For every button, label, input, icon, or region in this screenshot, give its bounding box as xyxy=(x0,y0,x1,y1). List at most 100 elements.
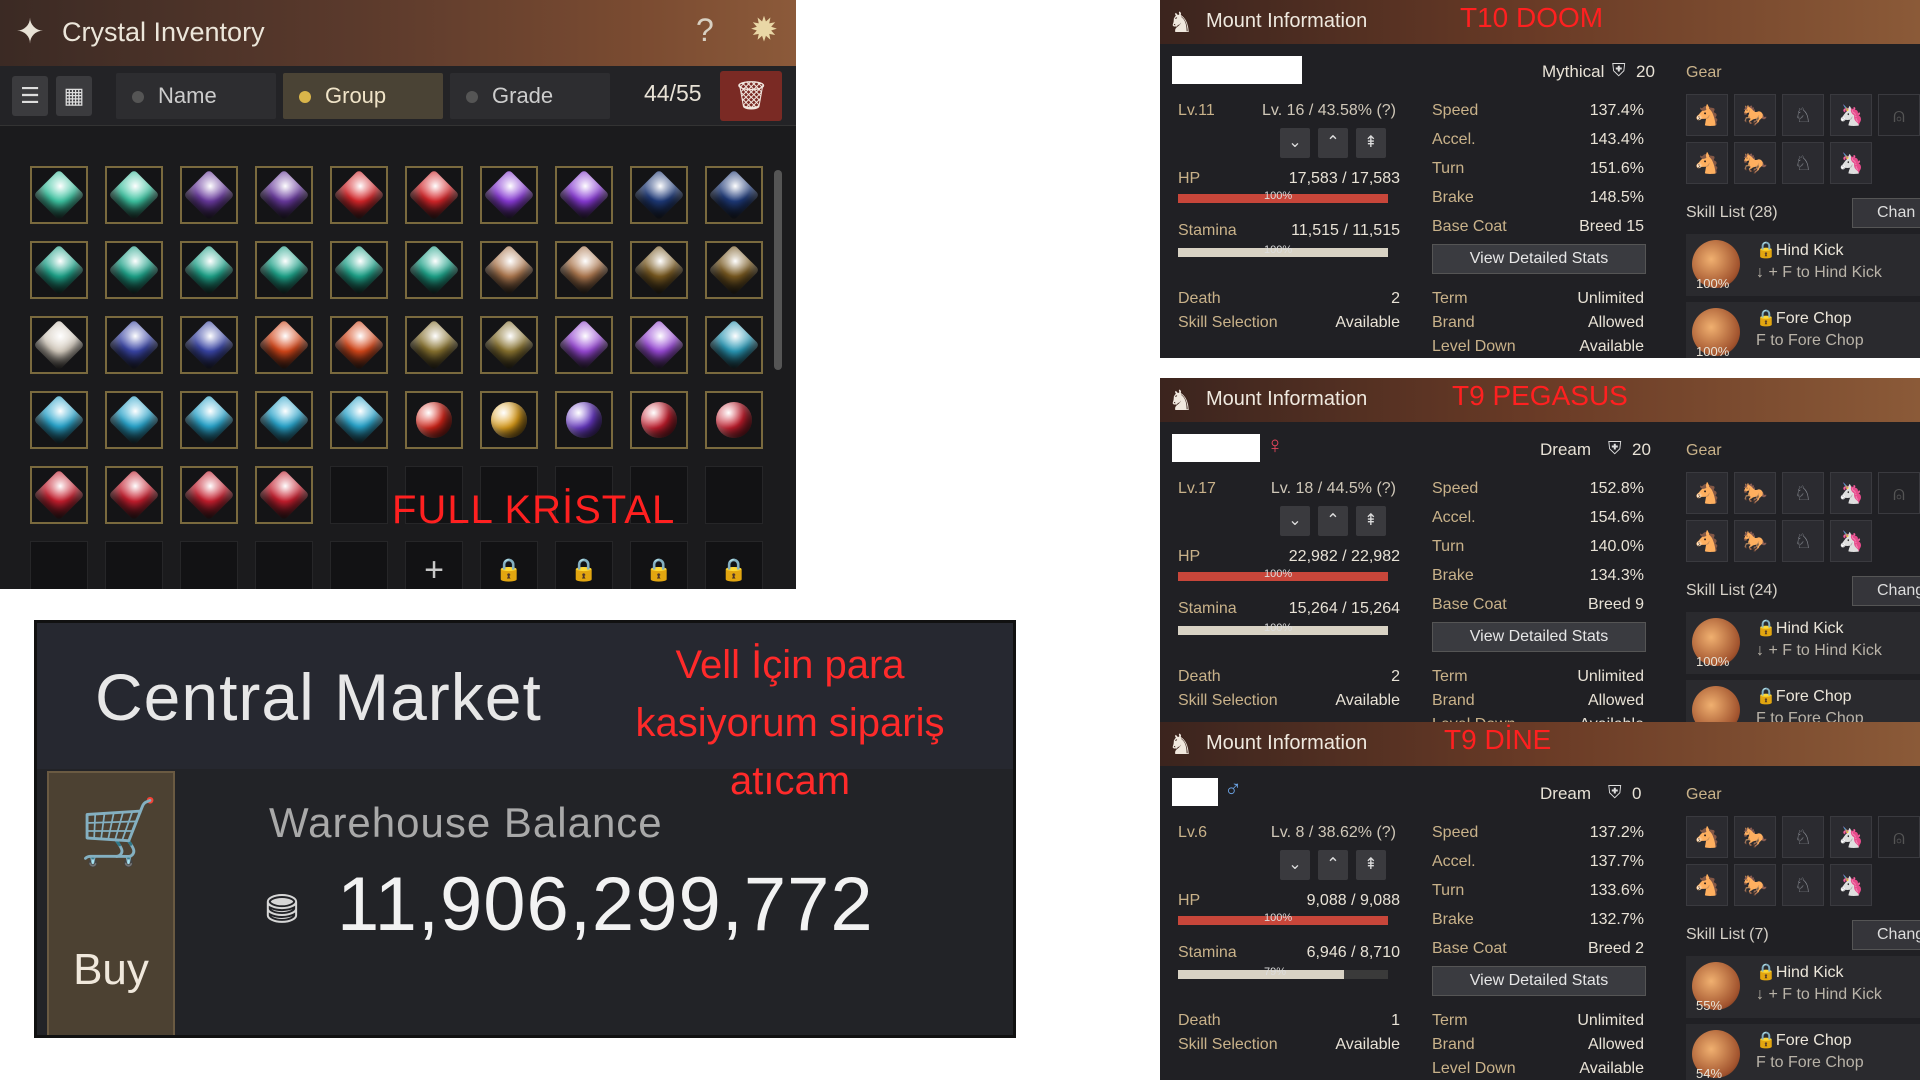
double-chevron-up-icon[interactable]: ⇞ xyxy=(1356,128,1386,158)
chevron-down-icon[interactable]: ⌄ xyxy=(1280,850,1310,880)
inventory-slot[interactable] xyxy=(105,316,163,374)
gear-slot-icon[interactable]: ♘ xyxy=(1782,142,1824,184)
inventory-slot[interactable] xyxy=(30,241,88,299)
inventory-slot[interactable] xyxy=(405,241,463,299)
skill-item[interactable]: 100%🔒Fore ChopF to Fore Chop xyxy=(1686,302,1920,358)
gear-slot-icon[interactable]: ♘ xyxy=(1782,94,1824,136)
gear-slot-icon[interactable]: 🦄 xyxy=(1830,816,1872,858)
gear-slot-icon[interactable]: ♘ xyxy=(1782,816,1824,858)
inventory-slot[interactable] xyxy=(330,316,388,374)
gear-slot-icon[interactable]: 🦄 xyxy=(1830,94,1872,136)
chevron-down-icon[interactable]: ⌄ xyxy=(1280,506,1310,536)
inventory-slot[interactable] xyxy=(105,391,163,449)
view-detailed-stats-button[interactable]: View Detailed Stats xyxy=(1432,966,1646,996)
sort-group-button[interactable]: Group xyxy=(283,73,443,119)
skill-item[interactable]: 100%🔒Fore ChopF to Fore Chop xyxy=(1686,680,1920,724)
inventory-slot[interactable] xyxy=(30,541,88,589)
inventory-slot[interactable] xyxy=(255,166,313,224)
chevron-up-icon[interactable]: ⌃ xyxy=(1318,506,1348,536)
inventory-slot[interactable] xyxy=(330,166,388,224)
inventory-slot[interactable] xyxy=(180,541,238,589)
inventory-slot[interactable] xyxy=(330,466,388,524)
skill-item[interactable]: 55% 🔒Hind Kick ↓ + F to Hind Kick xyxy=(1686,956,1920,1018)
gear-slot-icon[interactable]: 🦄 xyxy=(1830,472,1872,514)
inventory-slot[interactable] xyxy=(630,241,688,299)
grid-view-icon[interactable]: ▦ xyxy=(56,76,92,116)
change-skill-button[interactable]: Chang xyxy=(1852,576,1920,606)
gear-slot-icon[interactable]: 🐎 xyxy=(1734,142,1776,184)
gear-slot-icon[interactable]: 🐴 xyxy=(1686,94,1728,136)
gear-slot-icon[interactable]: 🐴 xyxy=(1686,142,1728,184)
inventory-slot[interactable] xyxy=(480,241,538,299)
inventory-slot[interactable] xyxy=(255,466,313,524)
gear-slot-icon[interactable]: ♘ xyxy=(1782,472,1824,514)
view-detailed-stats-button[interactable]: View Detailed Stats xyxy=(1432,244,1646,274)
chevron-up-icon[interactable]: ⌃ xyxy=(1318,128,1348,158)
inventory-slot[interactable] xyxy=(630,166,688,224)
inventory-slot[interactable] xyxy=(630,316,688,374)
sort-grade-button[interactable]: Grade xyxy=(450,73,610,119)
gear-slot-icon[interactable]: ⍝ xyxy=(1878,94,1920,136)
inventory-slot[interactable] xyxy=(105,166,163,224)
double-chevron-up-icon[interactable]: ⇞ xyxy=(1356,850,1386,880)
gear-slot-icon[interactable]: ♘ xyxy=(1782,520,1824,562)
inventory-slot[interactable] xyxy=(555,241,613,299)
inventory-slot[interactable] xyxy=(705,166,763,224)
list-view-icon[interactable]: ☰ xyxy=(12,76,48,116)
inventory-slot[interactable] xyxy=(705,466,763,524)
inventory-slot[interactable] xyxy=(405,316,463,374)
inventory-scrollbar[interactable] xyxy=(774,170,782,370)
inventory-slot[interactable] xyxy=(705,316,763,374)
gear-slot-icon[interactable]: 🐎 xyxy=(1734,94,1776,136)
inventory-slot[interactable] xyxy=(405,391,463,449)
inventory-slot[interactable] xyxy=(555,166,613,224)
inventory-slot[interactable] xyxy=(480,391,538,449)
gear-slot-icon[interactable]: 🦄 xyxy=(1830,864,1872,906)
chevron-down-icon[interactable]: ⌄ xyxy=(1280,128,1310,158)
inventory-slot[interactable] xyxy=(255,391,313,449)
expand-slot-plus-icon[interactable]: + xyxy=(405,541,463,589)
change-skill-button[interactable]: Chan xyxy=(1852,198,1920,228)
inventory-slot[interactable] xyxy=(330,391,388,449)
gear-slot-icon[interactable]: ♘ xyxy=(1782,864,1824,906)
inventory-slot[interactable] xyxy=(30,391,88,449)
settings-gear-icon[interactable]: ✹ xyxy=(744,10,784,50)
inventory-slot[interactable] xyxy=(555,391,613,449)
gear-slot-icon[interactable]: 🐴 xyxy=(1686,816,1728,858)
gear-slot-icon[interactable]: 🐎 xyxy=(1734,472,1776,514)
inventory-slot[interactable] xyxy=(105,241,163,299)
buy-tab[interactable]: 🛒 Buy xyxy=(47,771,175,1035)
inventory-slot[interactable] xyxy=(180,241,238,299)
double-chevron-up-icon[interactable]: ⇞ xyxy=(1356,506,1386,536)
inventory-slot[interactable] xyxy=(30,316,88,374)
help-icon[interactable]: ? xyxy=(696,12,714,49)
gear-slot-icon[interactable]: 🐎 xyxy=(1734,816,1776,858)
inventory-slot[interactable] xyxy=(180,316,238,374)
inventory-slot[interactable] xyxy=(105,541,163,589)
inventory-slot[interactable] xyxy=(705,391,763,449)
gear-slot-icon[interactable]: 🦄 xyxy=(1830,520,1872,562)
inventory-slot[interactable] xyxy=(30,166,88,224)
inventory-slot[interactable] xyxy=(255,241,313,299)
sort-name-button[interactable]: Name xyxy=(116,73,276,119)
gear-slot-icon[interactable]: 🐴 xyxy=(1686,520,1728,562)
inventory-slot[interactable] xyxy=(105,466,163,524)
inventory-slot[interactable] xyxy=(180,166,238,224)
inventory-slot[interactable] xyxy=(30,466,88,524)
inventory-slot[interactable] xyxy=(405,166,463,224)
skill-item[interactable]: 100% 🔒Hind Kick ↓ + F to Hind Kick xyxy=(1686,612,1920,674)
gear-slot-icon[interactable]: 🦄 xyxy=(1830,142,1872,184)
gear-slot-icon[interactable]: 🐎 xyxy=(1734,520,1776,562)
inventory-slot[interactable] xyxy=(480,166,538,224)
gear-slot-icon[interactable]: 🐎 xyxy=(1734,864,1776,906)
trash-icon[interactable]: 🗑 xyxy=(720,71,782,121)
inventory-slot[interactable] xyxy=(180,391,238,449)
chevron-up-icon[interactable]: ⌃ xyxy=(1318,850,1348,880)
gear-slot-icon[interactable]: 🐴 xyxy=(1686,864,1728,906)
change-skill-button[interactable]: Chang xyxy=(1852,920,1920,950)
inventory-slot[interactable] xyxy=(180,466,238,524)
skill-item[interactable]: 100% 🔒Hind Kick ↓ + F to Hind Kick xyxy=(1686,234,1920,296)
gear-slot-icon[interactable]: ⍝ xyxy=(1878,816,1920,858)
view-detailed-stats-button[interactable]: View Detailed Stats xyxy=(1432,622,1646,652)
inventory-slot[interactable] xyxy=(255,541,313,589)
